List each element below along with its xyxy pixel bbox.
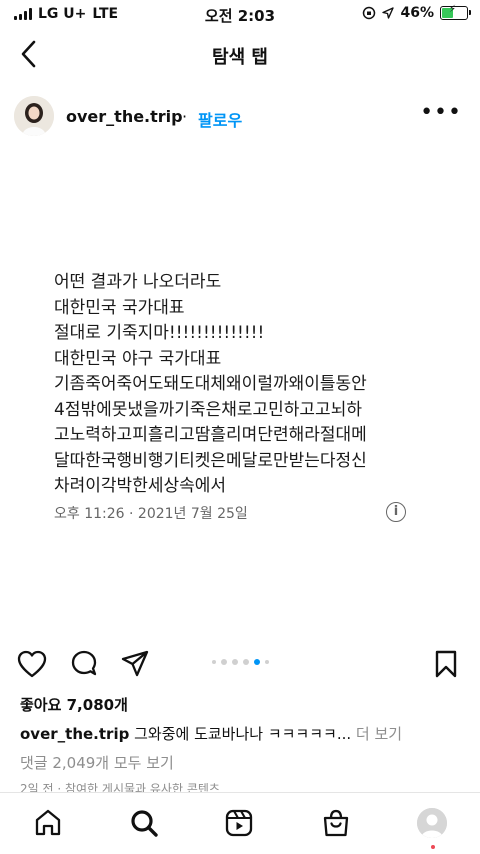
bookmark-icon [435,650,457,678]
separator-dot: · [182,107,188,126]
tweet-timestamp: 오후 11:26 · 2021년 7월 25일 [54,506,248,522]
tab-profile[interactable] [417,808,447,838]
carousel-dot [231,659,238,665]
tweet-text: 어떤 결과가 나오더라도대한민국 국가대표절대로 기죽지마!!!!!!!!!!!… [48,270,428,500]
tab-reels[interactable] [221,805,257,841]
tweet-line: 절대로 기죽지마!!!!!!!!!!!!!! [54,323,265,343]
status-right: 46% [362,4,471,21]
nav-header: 탐색 탭 [0,30,480,80]
info-icon: i [386,502,406,522]
status-bar: LG U+ LTE 오전 2:03 46% [0,0,480,28]
carousel-dot [242,659,249,665]
bottom-tab-bar [0,792,480,854]
caption-more-link[interactable]: 더 보기 [351,725,402,743]
tweet-line: 대한민국 국가대표 [54,297,185,318]
tweet-line: 달따한국행비행기티켓은메달로만받는다정신 [54,450,367,471]
view-comments-link[interactable]: 댓글 2,049개 모두 보기 [20,752,174,773]
tab-search[interactable] [126,805,162,841]
follow-button[interactable]: 팔로우 [198,107,242,131]
reels-icon [225,809,253,837]
carousel-dot [220,659,227,665]
profile-avatar-icon [417,808,447,838]
carousel-dot [211,660,216,664]
page-title: 탐색 탭 [212,47,268,68]
post-username[interactable]: over_the.trip [66,107,183,126]
battery-icon [440,4,471,20]
tweet-line: 어떤 결과가 나오더라도 [54,272,222,292]
tweet-line: 차려이각박한세상속에서 [54,476,227,496]
battery-percent: 46% [400,5,434,21]
tweet-screenshot: 어떤 결과가 나오더라도대한민국 국가대표절대로 기죽지마!!!!!!!!!!!… [48,270,428,540]
likes-count[interactable]: 좋아요 7,080개 [20,694,128,715]
tweet-line: 고노력하고피흘리고땀흘리며단련해라절대메 [54,425,367,445]
caption-username[interactable]: over_the.trip [20,725,129,743]
carousel-dot [253,659,260,665]
home-icon [35,809,61,836]
caption-text: 그와중에 도쿄바나나 ㅋㅋㅋㅋㅋ... [129,725,352,743]
post-actions [0,642,480,686]
post-image[interactable]: 어떤 결과가 나오더라도대한민국 국가대표절대로 기죽지마!!!!!!!!!!!… [0,150,480,640]
post-header: over_the.trip · 팔로우 ••• [0,94,480,142]
tweet-line: 대한민국 야구 국가대표 [54,348,222,369]
carousel-dot [264,660,269,664]
notification-dot [431,845,435,849]
orientation-lock-icon [363,6,376,20]
tweet-line: 기좀죽어죽어도돼도대체왜이럴까왜이틀동안 [54,374,367,394]
tab-home[interactable] [30,805,66,841]
tab-shop[interactable] [318,805,354,841]
tweet-line: 4점밖에못냈을까기죽은채로고민하고고뇌하 [54,399,362,420]
author-avatar[interactable] [14,96,54,136]
search-icon [131,810,158,837]
save-button[interactable] [430,648,462,680]
battery-fill [442,4,456,18]
shop-icon [323,809,349,837]
more-options-button[interactable]: ••• [420,102,462,124]
avatar-image [14,96,54,136]
post-caption: over_the.trip 그와중에 도쿄바나나 ㅋㅋㅋㅋㅋ... 더 보기 [20,723,470,744]
carousel-indicator [0,659,480,665]
location-icon [382,7,395,19]
